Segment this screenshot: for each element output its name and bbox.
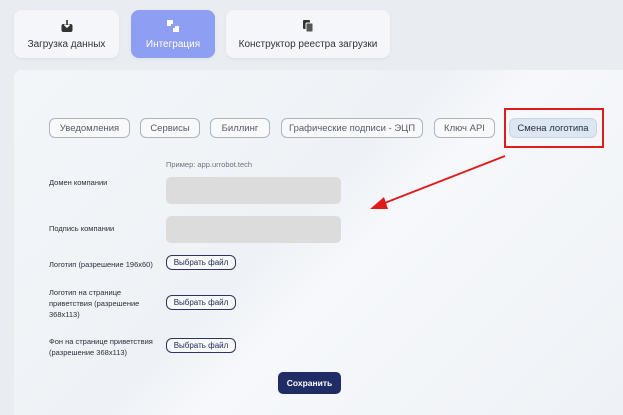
bg-welcome-label-line-1: Фон на странице приветствия [49,337,153,346]
logo-choose-file-label: Выбрать файл [173,258,229,267]
logo-welcome-label: Логотип на странице приветствия (разреше… [49,288,139,320]
logo-welcome-label-line-2: приветствия (разрешение [49,299,140,308]
bg-welcome-choose-file-button[interactable]: Выбрать файл [166,338,236,353]
logo-welcome-choose-file-button[interactable]: Выбрать файл [166,295,236,310]
logo-label: Логотип (разрешение 196x60) [49,260,153,269]
domain-input[interactable] [166,177,341,204]
logo-welcome-label-line-1: Логотип на странице [49,288,122,297]
logo-welcome-label-line-3: 368x113) [49,310,80,319]
logo-choose-file-button[interactable]: Выбрать файл [166,255,236,270]
logo-welcome-choose-file-label: Выбрать файл [173,298,229,307]
signature-input[interactable] [166,216,341,243]
save-button-label: Сохранить [286,378,333,388]
domain-label: Домен компании [49,178,108,187]
bg-welcome-choose-file-label: Выбрать файл [173,341,229,350]
bg-welcome-label: Фон на странице приветствия (разрешение … [49,337,153,358]
save-button[interactable]: Сохранить [278,372,341,394]
signature-label: Подпись компании [49,224,115,233]
bg-welcome-label-line-2: (разрешение 368x113) [49,348,128,357]
domain-hint: Пример: app.urrobot.tech [166,160,253,169]
